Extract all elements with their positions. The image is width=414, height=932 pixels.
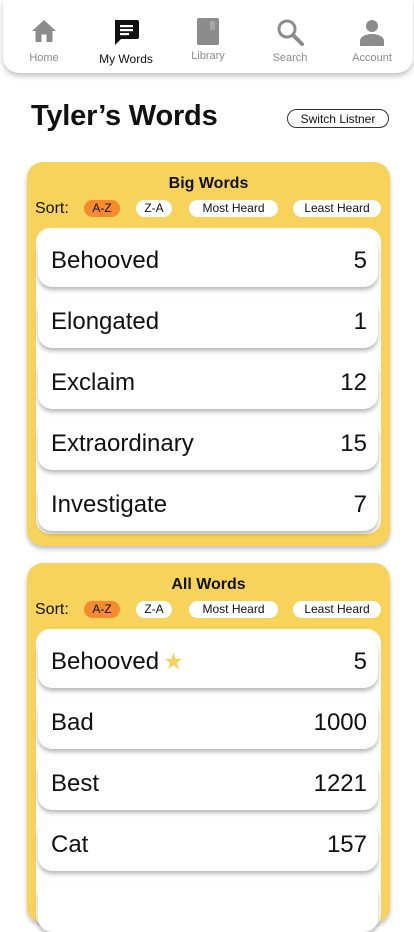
heard-count: 7 (353, 491, 367, 518)
bottom-tab-bar: Home My Words Library Search Account (3, 0, 413, 73)
sort-least-heard-button[interactable]: Least Heard (293, 601, 381, 618)
heard-count: 157 (326, 831, 367, 858)
heard-count: 1 (353, 308, 367, 335)
word-text: Bad (51, 709, 94, 736)
sort-label: Sort: (35, 200, 69, 217)
tab-account[interactable]: Account (332, 0, 412, 73)
heard-count: 5 (353, 648, 367, 675)
word-row[interactable]: Behooved 5 (38, 237, 378, 287)
word-text: Cat (51, 831, 89, 858)
tab-home-label: Home (29, 52, 59, 64)
word-row[interactable]: Investigate 7 (38, 481, 378, 531)
heard-count: 1221 (313, 770, 367, 797)
word-row[interactable]: Cat 157 (38, 821, 378, 871)
tab-library[interactable]: Library (168, 0, 248, 73)
all-words-card: All Words Sort: A-Z Z-A Most Heard Least… (27, 563, 390, 932)
tab-account-label: Account (352, 52, 392, 64)
person-icon (358, 18, 386, 48)
sort-least-heard-button[interactable]: Least Heard (293, 200, 381, 217)
word-row[interactable]: Behooved ★ 5 (38, 638, 378, 688)
word-text: Exclaim (51, 369, 136, 396)
sort-most-heard-button[interactable]: Most Heard (189, 200, 278, 217)
word-row[interactable] (38, 882, 378, 932)
page-title: Tyler’s Words (31, 100, 218, 132)
tab-library-label: Library (191, 50, 225, 62)
word-row[interactable]: Best 1221 (38, 760, 378, 810)
all-words-title: All Words (171, 576, 246, 593)
word-text: Extraordinary (51, 430, 194, 457)
search-icon (276, 18, 304, 48)
switch-listener-button[interactable]: Switch Listner (287, 109, 389, 128)
sort-label: Sort: (35, 601, 69, 618)
word-row[interactable]: Elongated 1 (38, 298, 378, 348)
all-words-list[interactable]: Behooved ★ 5 Bad 1000 Best 1221 Cat 157 (36, 629, 381, 932)
home-icon (30, 18, 58, 48)
notes-icon (112, 18, 140, 48)
tab-search[interactable]: Search (250, 0, 330, 73)
word-text: Elongated (51, 308, 160, 335)
big-words-title: Big Words (168, 175, 249, 192)
big-words-card: Big Words Sort: A-Z Z-A Most Heard Least… (27, 162, 390, 546)
sort-a-z-button[interactable]: A-Z (84, 200, 120, 217)
word-text: Best (51, 770, 100, 797)
tab-search-label: Search (272, 52, 308, 64)
sort-most-heard-button[interactable]: Most Heard (189, 601, 278, 618)
star-icon: ★ (163, 648, 184, 674)
heard-count: 1000 (313, 709, 367, 736)
book-icon (196, 18, 220, 48)
word-row[interactable]: Bad 1000 (38, 699, 378, 749)
tab-home[interactable]: Home (4, 0, 84, 73)
word-text: Behooved (51, 247, 160, 274)
big-words-list[interactable]: Behooved 5 Elongated 1 Exclaim 12 Extrao… (36, 228, 381, 534)
tab-my-words[interactable]: My Words (86, 0, 166, 73)
word-text: Investigate (51, 491, 168, 518)
tab-my-words-label: My Words (99, 52, 153, 66)
word-text: Behooved (51, 648, 160, 675)
heard-count: 5 (353, 247, 367, 274)
sort-z-a-button[interactable]: Z-A (136, 601, 172, 618)
word-row[interactable]: Exclaim 12 (38, 359, 378, 409)
sort-a-z-button[interactable]: A-Z (84, 601, 120, 618)
word-row[interactable]: Extraordinary 15 (38, 420, 378, 470)
heard-count: 12 (340, 369, 367, 396)
word-text-wrap: Behooved ★ (51, 648, 184, 676)
heard-count: 15 (340, 430, 367, 457)
sort-z-a-button[interactable]: Z-A (136, 200, 172, 217)
